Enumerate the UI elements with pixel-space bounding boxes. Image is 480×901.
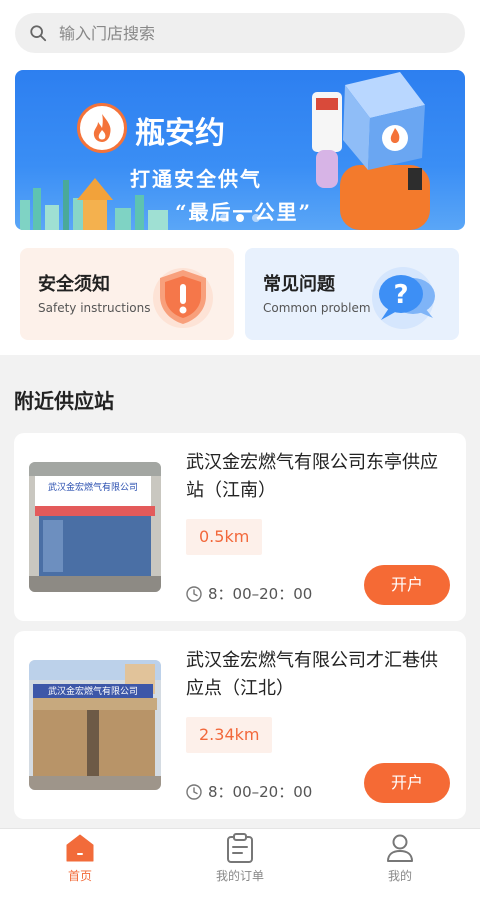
safety-card-subtitle: Safety instructions bbox=[38, 301, 151, 315]
search-icon bbox=[30, 25, 47, 42]
tab-profile-label: 我的 bbox=[387, 869, 412, 883]
tab-orders[interactable]: 我的订单 bbox=[180, 833, 300, 884]
tab-orders-label: 我的订单 bbox=[215, 869, 264, 883]
safety-instructions-card[interactable]: 安全须知 Safety instructions bbox=[20, 248, 234, 340]
shield-exclamation-icon bbox=[153, 268, 213, 328]
promo-banner[interactable]: 瓶安约 打通安全供气 “最后一公里” bbox=[15, 70, 465, 230]
faq-card-subtitle: Common problem bbox=[263, 301, 371, 315]
carousel-dot[interactable] bbox=[252, 214, 260, 222]
carousel-dot-active[interactable] bbox=[236, 214, 244, 222]
search-input[interactable] bbox=[57, 22, 441, 44]
svg-text:?: ? bbox=[393, 280, 408, 310]
open-account-button[interactable]: 开户 bbox=[364, 565, 450, 605]
station-name: 武汉金宏燃气有限公司东亭供应站（江南） bbox=[186, 452, 438, 501]
business-hours: 8：00–20：00 bbox=[186, 781, 312, 802]
station-photo: 武汉金宏燃气有限公司 bbox=[29, 660, 161, 790]
banner-brand-name: 瓶安约 bbox=[135, 116, 225, 151]
clock-icon bbox=[186, 585, 202, 602]
faq-card-title: 常见问题 bbox=[263, 274, 335, 295]
common-problem-card[interactable]: 常见问题 Common problem ? bbox=[245, 248, 459, 340]
station-name: 武汉金宏燃气有限公司才汇巷供应点（江北） bbox=[186, 650, 438, 699]
tab-home-label: 首页 bbox=[67, 869, 92, 883]
svg-text:武汉金宏燃气有限公司: 武汉金宏燃气有限公司 bbox=[48, 481, 138, 493]
distance-badge: 2.34km bbox=[186, 717, 273, 753]
svg-text:武汉金宏燃气有限公司: 武汉金宏燃气有限公司 bbox=[48, 685, 138, 697]
distance-badge: 0.5km bbox=[186, 519, 263, 555]
station-card[interactable]: 武汉金宏燃气有限公司 武汉金宏燃气有限公司东亭供应站（江南） 0.5km 8：0… bbox=[14, 433, 466, 621]
question-chat-icon: ? bbox=[372, 267, 435, 329]
clipboard-icon bbox=[227, 833, 253, 863]
carousel-dot[interactable] bbox=[220, 214, 228, 222]
tab-home[interactable]: 首页 bbox=[20, 833, 140, 884]
tab-profile[interactable]: 我的 bbox=[340, 833, 460, 884]
bottom-tab-bar: 首页 我的订单 我的 bbox=[0, 828, 480, 901]
home-icon bbox=[66, 834, 94, 862]
open-account-button[interactable]: 开户 bbox=[364, 763, 450, 803]
mascot-illustration bbox=[312, 72, 430, 230]
flame-icon bbox=[93, 114, 111, 142]
nearby-stations-title: 附近供应站 bbox=[14, 389, 114, 413]
business-hours: 8：00–20：00 bbox=[186, 583, 312, 604]
top-panel: 瓶安约 打通安全供气 “最后一公里” 安全须知 Safety instructi… bbox=[0, 0, 480, 355]
carousel-indicator[interactable] bbox=[15, 214, 465, 222]
station-photo: 武汉金宏燃气有限公司 bbox=[29, 462, 161, 592]
user-icon bbox=[387, 834, 413, 862]
safety-card-title: 安全须知 bbox=[38, 274, 110, 295]
search-bar[interactable] bbox=[15, 13, 465, 53]
banner-slogan-line1: 打通安全供气 bbox=[130, 167, 262, 191]
hours-text: 8：00–20：00 bbox=[208, 585, 313, 603]
clock-icon bbox=[186, 783, 202, 800]
brand-logo bbox=[77, 103, 127, 153]
hours-text: 8：00–20：00 bbox=[208, 783, 313, 801]
station-card[interactable]: 武汉金宏燃气有限公司 武汉金宏燃气有限公司才汇巷供应点（江北） 2.34km 8… bbox=[14, 631, 466, 819]
